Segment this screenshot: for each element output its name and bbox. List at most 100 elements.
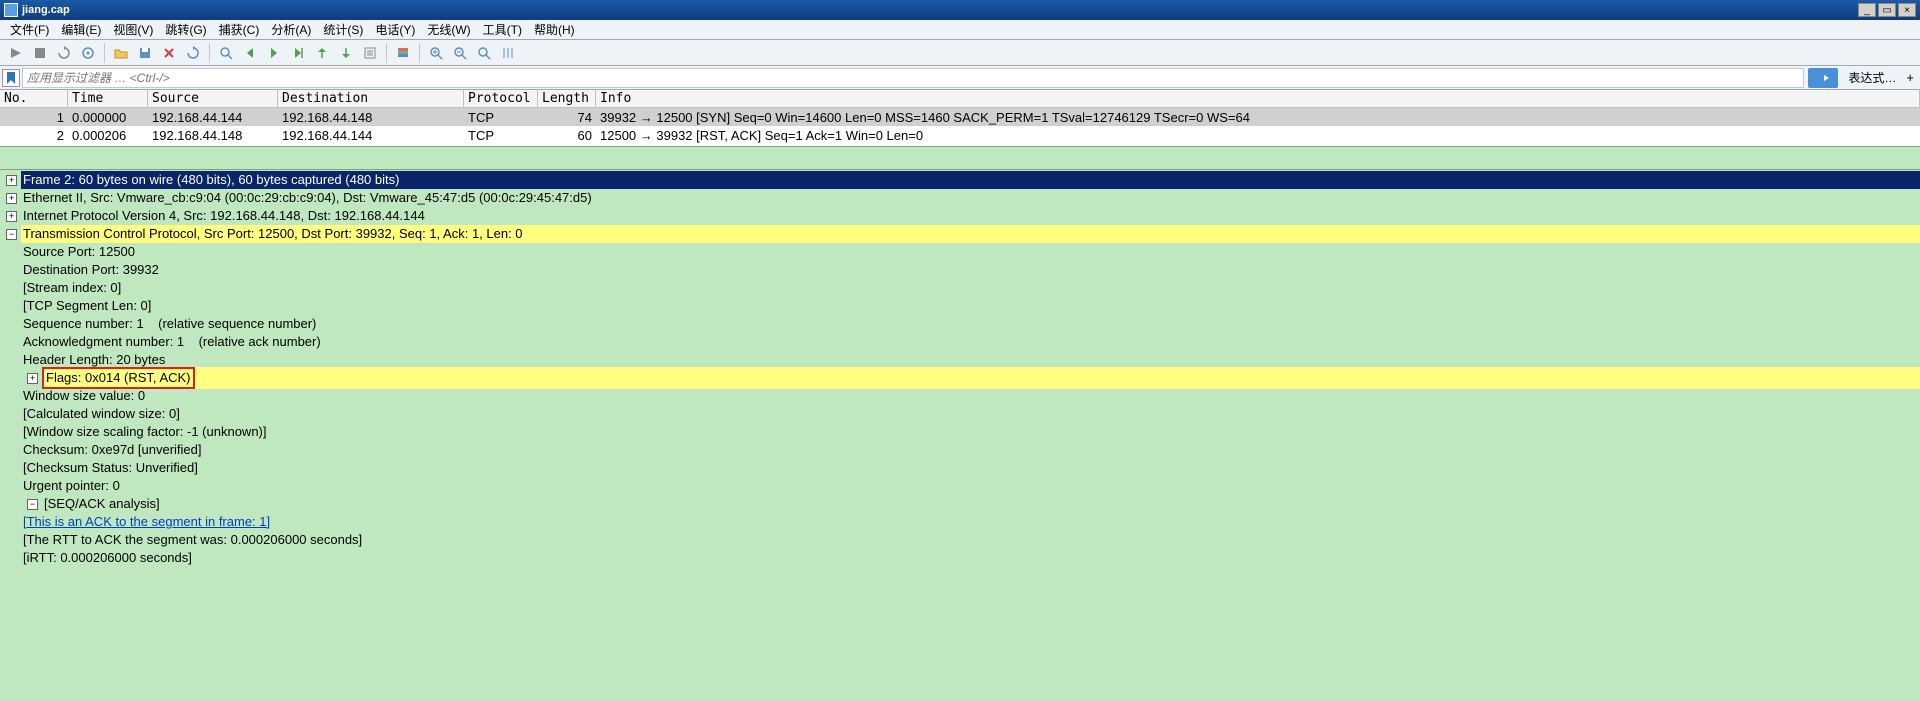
- first-icon[interactable]: [312, 43, 332, 63]
- bookmark-icon[interactable]: [2, 69, 20, 87]
- menu-capture[interactable]: 捕获(C): [213, 21, 266, 38]
- restart-capture-icon[interactable]: [54, 43, 74, 63]
- options-icon[interactable]: [78, 43, 98, 63]
- window-title: jiang.cap: [22, 4, 1856, 16]
- menu-view[interactable]: 视图(V): [107, 21, 159, 38]
- cell-info: 39932 → 12500 [SYN] Seq=0 Win=14600 Len=…: [596, 110, 1920, 125]
- frame-summary[interactable]: Frame 2: 60 bytes on wire (480 bits), 60…: [21, 171, 1920, 189]
- packet-row[interactable]: 1 0.000000 192.168.44.144 192.168.44.148…: [0, 108, 1920, 126]
- cell-time: 0.000206: [68, 128, 148, 143]
- colorize-icon[interactable]: [393, 43, 413, 63]
- ip-summary[interactable]: Internet Protocol Version 4, Src: 192.16…: [21, 207, 1920, 225]
- wireshark-icon: [4, 3, 18, 17]
- expression-button[interactable]: 表达式…: [1842, 69, 1902, 86]
- tcp-summary[interactable]: Transmission Control Protocol, Src Port:…: [21, 225, 1920, 243]
- tcp-field[interactable]: Source Port: 12500: [21, 243, 1920, 261]
- tcp-field[interactable]: [Checksum Status: Unverified]: [21, 459, 1920, 477]
- expand-icon[interactable]: +: [6, 211, 17, 222]
- cell-dst: 192.168.44.144: [278, 128, 464, 143]
- tcp-field[interactable]: [iRTT: 0.000206000 seconds]: [21, 549, 1920, 567]
- cell-dst: 192.168.44.148: [278, 110, 464, 125]
- cell-src: 192.168.44.144: [148, 110, 278, 125]
- collapse-icon[interactable]: −: [6, 229, 17, 240]
- tcp-field[interactable]: [Window size scaling factor: -1 (unknown…: [21, 423, 1920, 441]
- packet-details[interactable]: + Frame 2: 60 bytes on wire (480 bits), 6…: [0, 170, 1920, 701]
- minimize-button[interactable]: _: [1858, 3, 1876, 17]
- add-filter-button[interactable]: +: [1902, 70, 1918, 85]
- ack-link[interactable]: [This is an ACK to the segment in frame:…: [21, 513, 1920, 531]
- zoom-out-icon[interactable]: [450, 43, 470, 63]
- resize-columns-icon[interactable]: [498, 43, 518, 63]
- menu-edit[interactable]: 编辑(E): [55, 21, 107, 38]
- collapse-icon[interactable]: −: [27, 499, 38, 510]
- toolbar: [0, 40, 1920, 66]
- packet-list-header: No. Time Source Destination Protocol Len…: [0, 90, 1920, 108]
- tcp-field[interactable]: Sequence number: 1 (relative sequence nu…: [21, 315, 1920, 333]
- tcp-field[interactable]: Destination Port: 39932: [21, 261, 1920, 279]
- tcp-field[interactable]: Window size value: 0: [21, 387, 1920, 405]
- apply-filter-button[interactable]: [1808, 68, 1838, 88]
- cell-no: 2: [0, 128, 68, 143]
- cell-time: 0.000000: [68, 110, 148, 125]
- expand-icon[interactable]: +: [6, 175, 17, 186]
- seq-ack-analysis[interactable]: [SEQ/ACK analysis]: [42, 495, 1920, 513]
- goto-icon[interactable]: [288, 43, 308, 63]
- col-dst[interactable]: Destination: [278, 90, 464, 107]
- next-icon[interactable]: [264, 43, 284, 63]
- close-file-icon[interactable]: [159, 43, 179, 63]
- expand-icon[interactable]: +: [27, 373, 38, 384]
- cell-src: 192.168.44.148: [148, 128, 278, 143]
- start-capture-icon[interactable]: [6, 43, 26, 63]
- tcp-field[interactable]: [The RTT to ACK the segment was: 0.00020…: [21, 531, 1920, 549]
- cell-proto: TCP: [464, 128, 538, 143]
- menu-file[interactable]: 文件(F): [4, 21, 55, 38]
- open-icon[interactable]: [111, 43, 131, 63]
- ethernet-summary[interactable]: Ethernet II, Src: Vmware_cb:c9:04 (00:0c…: [21, 189, 1920, 207]
- menu-stats[interactable]: 统计(S): [317, 21, 369, 38]
- menu-telephony[interactable]: 电话(Y): [369, 21, 421, 38]
- menu-go[interactable]: 跳转(G): [159, 21, 212, 38]
- stop-capture-icon[interactable]: [30, 43, 50, 63]
- pane-splitter[interactable]: [0, 146, 1920, 170]
- close-button[interactable]: ×: [1898, 3, 1916, 17]
- find-icon[interactable]: [216, 43, 236, 63]
- col-src[interactable]: Source: [148, 90, 278, 107]
- tcp-field[interactable]: [Stream index: 0]: [21, 279, 1920, 297]
- col-time[interactable]: Time: [68, 90, 148, 107]
- display-filter-input[interactable]: [22, 68, 1804, 88]
- filter-bar: 表达式… +: [0, 66, 1920, 90]
- col-len[interactable]: Length: [538, 90, 596, 107]
- title-bar: jiang.cap _ ▭ ×: [0, 0, 1920, 20]
- menu-bar: 文件(F) 编辑(E) 视图(V) 跳转(G) 捕获(C) 分析(A) 统计(S…: [0, 20, 1920, 40]
- tcp-field[interactable]: [Calculated window size: 0]: [21, 405, 1920, 423]
- cell-len: 60: [538, 128, 596, 143]
- tcp-field[interactable]: Acknowledgment number: 1 (relative ack n…: [21, 333, 1920, 351]
- flags-highlight: Flags: 0x014 (RST, ACK): [42, 367, 195, 389]
- zoom-reset-icon[interactable]: [474, 43, 494, 63]
- col-no[interactable]: No.: [0, 90, 68, 107]
- menu-analyze[interactable]: 分析(A): [265, 21, 317, 38]
- packet-list[interactable]: No. Time Source Destination Protocol Len…: [0, 90, 1920, 146]
- cell-proto: TCP: [464, 110, 538, 125]
- last-icon[interactable]: [336, 43, 356, 63]
- menu-tools[interactable]: 工具(T): [477, 21, 528, 38]
- menu-help[interactable]: 帮助(H): [528, 21, 581, 38]
- cell-no: 1: [0, 110, 68, 125]
- expand-icon[interactable]: +: [6, 193, 17, 204]
- col-info[interactable]: Info: [596, 90, 1920, 107]
- tcp-field[interactable]: [TCP Segment Len: 0]: [21, 297, 1920, 315]
- packet-row[interactable]: 2 0.000206 192.168.44.148 192.168.44.144…: [0, 126, 1920, 144]
- cell-len: 74: [538, 110, 596, 125]
- cell-info: 12500 → 39932 [RST, ACK] Seq=1 Ack=1 Win…: [596, 128, 1920, 143]
- col-proto[interactable]: Protocol: [464, 90, 538, 107]
- tcp-field[interactable]: Checksum: 0xe97d [unverified]: [21, 441, 1920, 459]
- reload-icon[interactable]: [183, 43, 203, 63]
- autoscroll-icon[interactable]: [360, 43, 380, 63]
- zoom-in-icon[interactable]: [426, 43, 446, 63]
- menu-wireless[interactable]: 无线(W): [421, 21, 476, 38]
- tcp-field[interactable]: Urgent pointer: 0: [21, 477, 1920, 495]
- tcp-flags[interactable]: Flags: 0x014 (RST, ACK): [42, 367, 1920, 389]
- prev-icon[interactable]: [240, 43, 260, 63]
- maximize-button[interactable]: ▭: [1878, 3, 1896, 17]
- save-icon[interactable]: [135, 43, 155, 63]
